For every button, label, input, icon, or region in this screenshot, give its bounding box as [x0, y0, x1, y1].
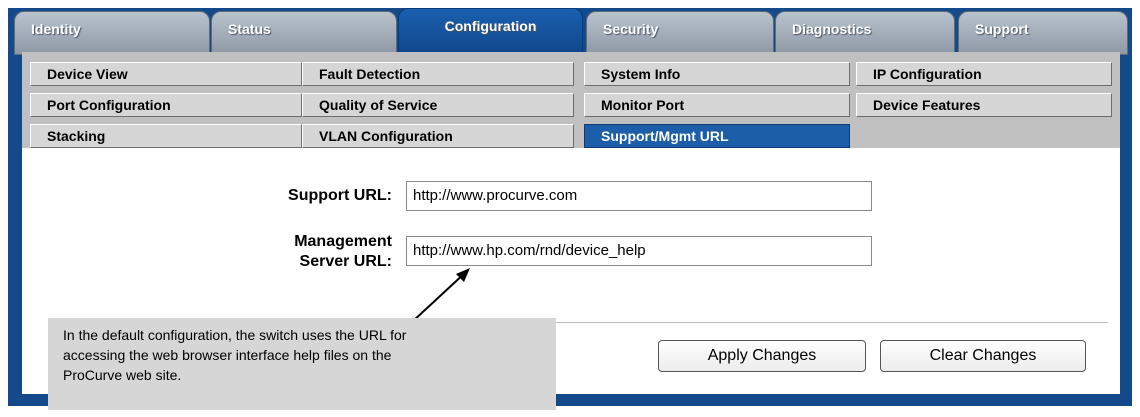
subnav-quality-of-service[interactable]: Quality of Service [302, 93, 574, 117]
subnav-device-view[interactable]: Device View [30, 62, 302, 86]
mgmt-url-input[interactable]: http://www.hp.com/rnd/device_help [406, 236, 872, 266]
mgmt-url-label-line1: Management [294, 233, 392, 250]
tab-support[interactable]: Support [958, 11, 1128, 55]
tab-identity[interactable]: Identity [14, 11, 210, 55]
callout-line-3: ProCurve web site. [63, 367, 182, 383]
mgmt-url-label-line2: Server URL: [299, 253, 392, 270]
subnav-panel: Device View Fault Detection System Info … [22, 52, 1120, 148]
tab-security[interactable]: Security [586, 11, 774, 55]
apply-changes-button[interactable]: Apply Changes [658, 340, 866, 372]
subnav-ip-configuration[interactable]: IP Configuration [856, 62, 1112, 86]
subnav-stacking[interactable]: Stacking [30, 124, 302, 148]
subnav-port-configuration[interactable]: Port Configuration [30, 93, 302, 117]
main-tabs: Identity Status Configuration Security D… [8, 8, 1132, 55]
tab-diagnostics[interactable]: Diagnostics [775, 11, 955, 55]
callout-arrow [411, 268, 470, 323]
clear-changes-button[interactable]: Clear Changes [880, 340, 1086, 372]
subnav-vlan-configuration[interactable]: VLAN Configuration [302, 124, 574, 148]
support-url-label: Support URL: [288, 187, 392, 204]
subnav-fault-detection[interactable]: Fault Detection [302, 62, 574, 86]
support-url-input[interactable]: http://www.procurve.com [406, 181, 872, 211]
subnav-support-mgmt-url[interactable]: Support/Mgmt URL [584, 124, 850, 148]
subnav-monitor-port[interactable]: Monitor Port [584, 93, 850, 117]
tab-configuration[interactable]: Configuration [398, 8, 583, 55]
callout-line-1: In the default configuration, the switch… [63, 327, 407, 343]
callout-box: In the default configuration, the switch… [48, 318, 556, 410]
subnav-system-info[interactable]: System Info [584, 62, 850, 86]
callout-line-2: accessing the web browser interface help… [63, 347, 392, 363]
subnav-device-features[interactable]: Device Features [856, 93, 1112, 117]
tab-status[interactable]: Status [211, 11, 397, 55]
